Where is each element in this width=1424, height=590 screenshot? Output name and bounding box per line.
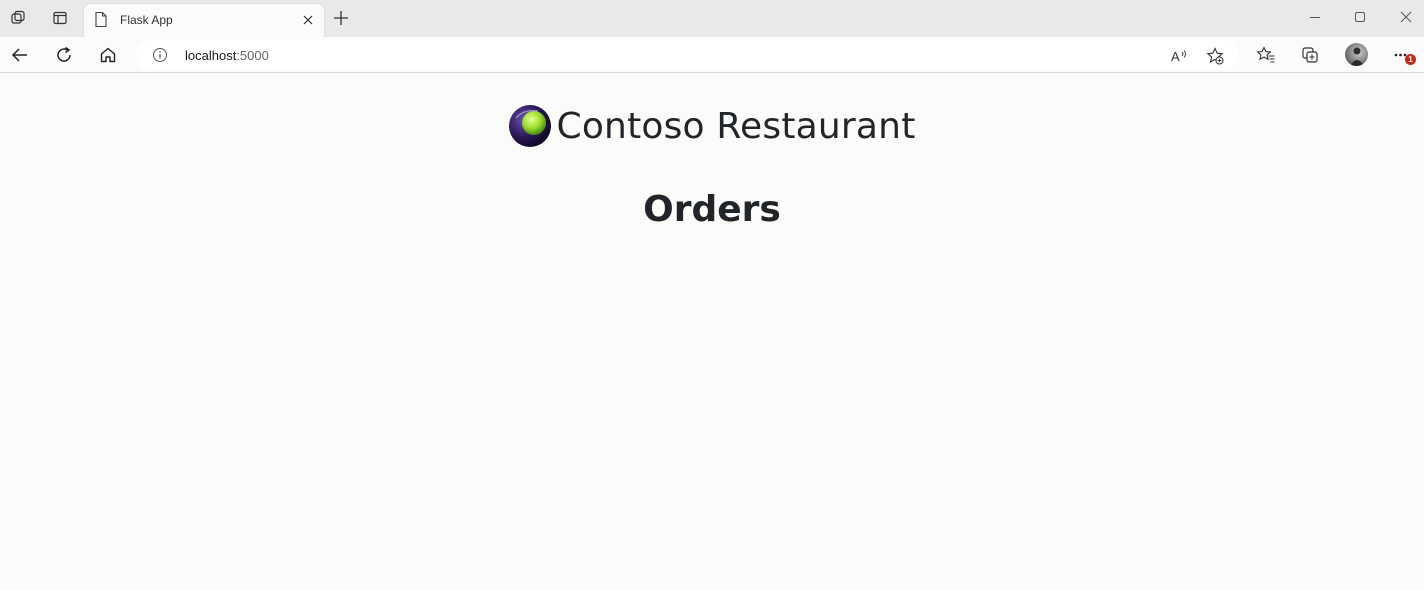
minimize-icon[interactable] [1307, 9, 1323, 25]
web-page: Contoso Restaurant Orders [0, 73, 1424, 590]
plus-icon[interactable] [332, 9, 350, 27]
contoso-logo [509, 105, 552, 147]
url-port: :5000 [236, 48, 269, 63]
back-arrow-icon[interactable] [8, 43, 32, 67]
refresh-icon[interactable] [52, 43, 76, 67]
avatar[interactable] [1345, 43, 1368, 66]
close-icon[interactable] [300, 12, 316, 28]
home-icon[interactable] [96, 43, 120, 67]
collections-icon[interactable] [1298, 43, 1322, 67]
read-aloud-icon[interactable]: A [1169, 46, 1189, 66]
maximize-icon[interactable] [1352, 9, 1368, 25]
brand-header: Contoso Restaurant [0, 101, 1424, 151]
tab-title: Flask App [120, 13, 173, 27]
tab-flask-app[interactable]: Flask App [84, 4, 324, 37]
window-close-icon[interactable] [1398, 9, 1414, 25]
url-text[interactable]: localhost:5000 [185, 48, 269, 63]
workspaces-icon[interactable] [8, 8, 28, 28]
info-icon[interactable] [152, 47, 168, 63]
notification-badge: 1 [1405, 54, 1416, 65]
browser-toolbar: localhost:5000 A 1 [0, 37, 1424, 73]
favorites-icon[interactable] [1254, 43, 1278, 67]
page-title: Orders [643, 189, 781, 230]
page-icon [94, 11, 110, 29]
browser-title-bar: Flask App [0, 0, 1424, 37]
address-bar[interactable]: localhost:5000 A [136, 40, 1238, 70]
brand-name: Contoso Restaurant [556, 105, 916, 147]
svg-text:A: A [1171, 49, 1180, 64]
vertical-tabs-icon[interactable] [50, 8, 70, 28]
add-favorite-icon[interactable] [1205, 46, 1225, 66]
url-host: localhost [185, 48, 237, 63]
